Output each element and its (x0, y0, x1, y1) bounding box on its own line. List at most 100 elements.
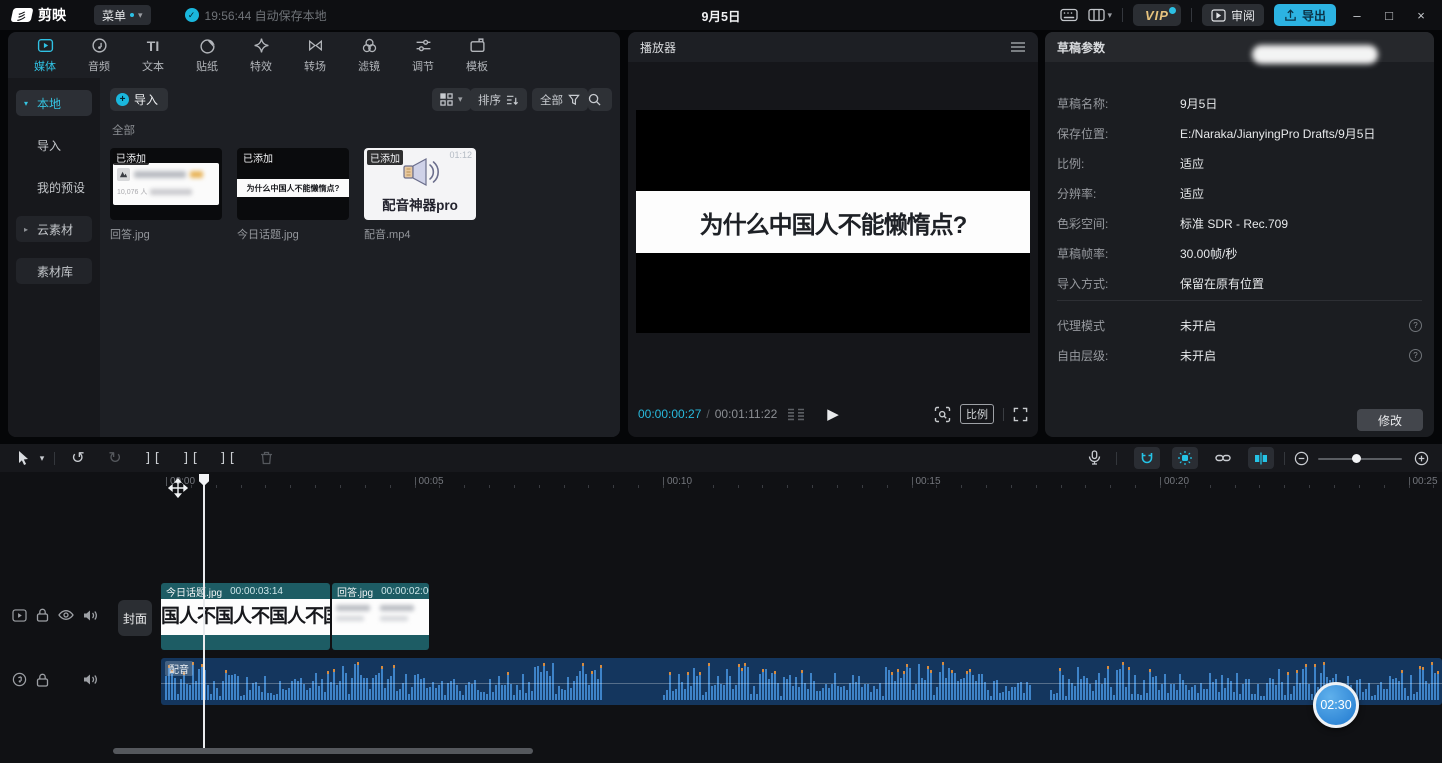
draft-field-row: 保存位置: E:/Naraka/JianyingPro Drafts/9月5日 (1057, 122, 1422, 144)
audio-track-icon (12, 672, 27, 687)
sidebar-item-local[interactable]: ▾ 本地 (16, 90, 92, 116)
tab-template[interactable]: 模板 (450, 37, 504, 74)
waveform-midline (161, 683, 1442, 684)
media-sidebar: ▾ 本地 导入 我的预设 ▸ 云素材 素材库 (8, 78, 100, 437)
censored-overlay (1252, 45, 1378, 64)
select-tool-chevron[interactable]: ▾ (36, 444, 48, 472)
media-item-answer[interactable]: 已添加 10,076 人 回答.jpg (110, 148, 222, 242)
delete-button[interactable] (254, 444, 278, 472)
tab-effects[interactable]: 特效 (234, 37, 288, 74)
media-item-voiceover[interactable]: 已添加 01:12 配音神器pro 配音.mp4 (364, 148, 476, 242)
tab-transition[interactable]: 转场 (288, 37, 342, 74)
chain-link-icon (1215, 453, 1231, 463)
time-ruler[interactable]: 00:0000:0500:1000:1500:2000:25 (111, 472, 1442, 494)
auto-link-toggle-button[interactable] (1172, 447, 1198, 469)
sidebar-item-material-library[interactable]: 素材库 (16, 258, 92, 284)
tab-adjust[interactable]: 调节 (396, 37, 450, 74)
ruler-minor-tick (713, 485, 714, 488)
export-button[interactable]: 导出 (1274, 4, 1336, 26)
ruler-minor-tick (1085, 485, 1086, 488)
cover-button[interactable]: 封面 (118, 600, 152, 636)
sort-button[interactable]: 排序 (470, 88, 527, 111)
frame-view-icon[interactable] (787, 408, 805, 421)
timeline-zoom-slider[interactable] (1318, 458, 1402, 460)
timeline-zoom-in-button[interactable] (1410, 444, 1432, 472)
layout-switch-icon[interactable]: ▾ (1088, 8, 1112, 22)
video-track-icon (12, 609, 27, 622)
filter-icon (361, 37, 378, 55)
grid-view-icon (440, 93, 453, 106)
window-maximize-button[interactable]: □ (1378, 8, 1400, 23)
zoom-slider-handle[interactable] (1352, 454, 1361, 463)
view-mode-button[interactable]: ▾ (432, 88, 471, 111)
modify-button[interactable]: 修改 (1357, 409, 1423, 431)
zoom-in-icon (1414, 451, 1429, 466)
filter-all-button[interactable]: 全部 (532, 88, 588, 111)
recording-timer-badge: 02:30 (1313, 682, 1359, 728)
split-keep-left-button[interactable]: ][ (179, 444, 203, 472)
video-preview[interactable]: 为什么中国人不能懒惰点? (636, 110, 1030, 333)
lock-icon[interactable] (36, 608, 49, 622)
media-thumbnail: 已添加 10,076 人 (110, 148, 222, 220)
preview-split-toggle-button[interactable] (1248, 447, 1274, 469)
search-button[interactable] (588, 88, 612, 111)
ruler-minor-tick (812, 485, 813, 488)
split-button[interactable]: ][ (141, 444, 165, 472)
current-timecode: 00:00:00:27 (638, 407, 701, 421)
horizontal-scrollbar[interactable] (113, 748, 533, 754)
ratio-button[interactable]: 比例 (960, 404, 994, 424)
sidebar-item-presets[interactable]: 我的预设 (16, 174, 92, 200)
player-menu-icon[interactable] (1010, 41, 1026, 53)
split-preview-icon (1254, 452, 1268, 465)
timeline-audio-clip[interactable]: 配音 (161, 658, 1442, 705)
ruler-minor-tick (191, 485, 192, 488)
window-close-button[interactable]: × (1410, 8, 1432, 23)
tab-text[interactable]: TI 文本 (126, 37, 180, 74)
redo-button[interactable]: ↻ (103, 444, 127, 472)
divider (1191, 8, 1192, 22)
ruler-minor-tick (862, 485, 863, 488)
link-clips-button[interactable] (1210, 444, 1236, 472)
tab-audio[interactable]: 音频 (72, 37, 126, 74)
added-badge: 已添加 (113, 150, 149, 165)
ruler-minor-tick (1309, 485, 1310, 488)
timeline-clip-answer[interactable]: 回答.jpg 00:00:02:00 (332, 583, 429, 650)
speaker-icon[interactable] (83, 609, 98, 622)
fullscreen-icon[interactable] (1013, 407, 1028, 422)
split-keep-right-button[interactable]: ][ (216, 444, 240, 472)
tab-sticker[interactable]: 贴纸 (180, 37, 234, 74)
lock-icon[interactable] (36, 673, 49, 687)
sidebar-item-cloud[interactable]: ▸ 云素材 (16, 216, 92, 242)
window-minimize-button[interactable]: – (1346, 8, 1368, 23)
review-button[interactable]: 审阅 (1202, 4, 1264, 26)
eye-icon[interactable] (58, 609, 74, 621)
shortcut-keyboard-icon[interactable] (1060, 8, 1078, 22)
media-item-topic[interactable]: 已添加 为什么中国人不能懒惰点? 今日话题.jpg (237, 148, 349, 242)
answer-card: 10,076 人 (113, 163, 219, 205)
import-button[interactable]: + 导入 (110, 88, 168, 111)
sidebar-item-import[interactable]: 导入 (16, 132, 92, 158)
ruler-minor-tick (1135, 485, 1136, 488)
voiceover-title: 配音神器pro (364, 194, 476, 214)
vip-button[interactable]: VIP (1133, 4, 1181, 26)
speaker-icon[interactable] (83, 673, 98, 686)
timeline-zoom-out-button[interactable] (1290, 444, 1312, 472)
ruler-minor-tick (1160, 485, 1161, 488)
snap-toggle-button[interactable] (1134, 447, 1160, 469)
ruler-minor-tick (439, 485, 440, 488)
draft-params-panel: 草稿参数 草稿名称: 9月5日 保存位置: E:/Naraka/Jianying… (1045, 32, 1434, 437)
draft-field-row: 草稿帧率: 30.00帧/秒 (1057, 242, 1422, 264)
playhead-line[interactable] (203, 474, 205, 748)
undo-button[interactable]: ↺ (66, 444, 90, 472)
timeline-clip-topic[interactable]: 今日话题.jpg 00:00:03:14 国人不国人不国人不国人 (161, 583, 330, 650)
divider (1116, 452, 1117, 465)
record-voiceover-button[interactable] (1082, 444, 1106, 472)
preview-zoom-icon[interactable] (934, 406, 951, 423)
tab-media[interactable]: 媒体 (18, 37, 72, 74)
tab-filter[interactable]: 滤镜 (342, 37, 396, 74)
play-button[interactable]: ▶ (827, 405, 839, 423)
help-icon[interactable]: ? (1409, 349, 1422, 362)
select-tool-button[interactable] (12, 444, 34, 472)
answer-caption: 10,076 人 (117, 187, 147, 197)
help-icon[interactable]: ? (1409, 319, 1422, 332)
